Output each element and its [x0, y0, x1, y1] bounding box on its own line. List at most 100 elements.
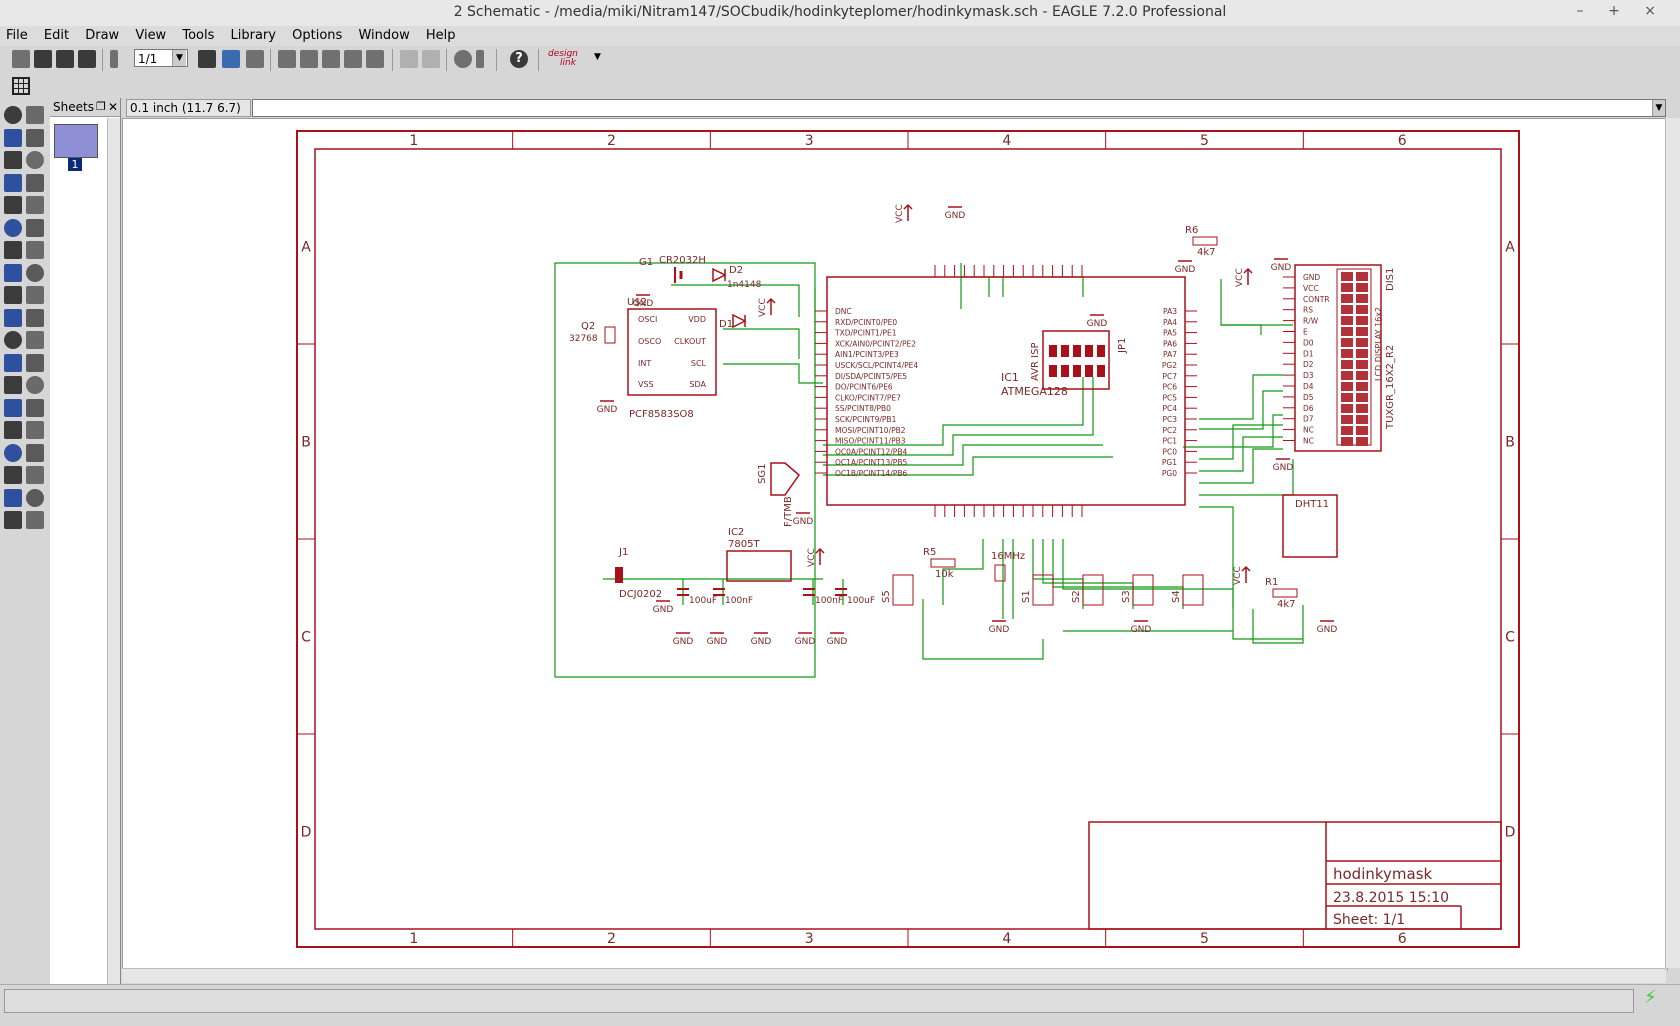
delete-tool-icon[interactable] [26, 218, 44, 237]
pinswap-tool-icon[interactable] [4, 308, 22, 327]
wire-tool-icon[interactable] [4, 331, 22, 349]
ic1-left-pin-label: DI/SDA/PCINT5/PE5 [835, 372, 907, 381]
sheets-scrollbar[interactable] [107, 118, 120, 986]
print-icon[interactable] [56, 50, 74, 68]
polygon-tool-icon[interactable] [26, 376, 44, 394]
lightning-icon[interactable]: ⚡ [1644, 987, 1664, 1011]
lcd-pin-label: D0 [1303, 338, 1314, 347]
dimension-tool-icon[interactable] [4, 488, 22, 507]
chevron-down-icon[interactable]: ▼ [594, 52, 601, 62]
rect-tool-icon[interactable] [4, 376, 22, 394]
grid-icon[interactable] [12, 77, 30, 95]
arc-tool-icon[interactable] [26, 353, 44, 372]
zoom-fit-icon[interactable] [278, 50, 296, 68]
ic1-right-pin-label: PC6 [1162, 383, 1177, 392]
zoom-out-icon[interactable] [322, 50, 340, 68]
menu-file[interactable]: File [0, 28, 34, 43]
ulp-icon[interactable] [222, 50, 240, 68]
zoom-select-icon[interactable] [366, 50, 384, 68]
ic1-right-pin-label: PC1 [1162, 437, 1177, 446]
zoom-in-icon[interactable] [300, 50, 318, 68]
window-controls[interactable]: – + × [1577, 3, 1666, 19]
sheet-thumbnail[interactable] [54, 124, 98, 158]
erc-tool-icon[interactable] [4, 443, 22, 462]
menu-library[interactable]: Library [225, 28, 282, 43]
minimize-button[interactable]: – [1577, 3, 1594, 19]
design-link-logo[interactable]: design link [548, 50, 588, 70]
lcd-pin-label: D3 [1303, 371, 1314, 380]
sheet-select[interactable]: 1/1 ▼ [134, 49, 188, 67]
script-icon[interactable] [246, 50, 264, 68]
text-tool-icon[interactable] [26, 331, 44, 349]
paste-tool-icon[interactable] [4, 218, 22, 237]
menu-view[interactable]: View [129, 28, 172, 43]
go-icon[interactable] [476, 50, 484, 68]
gnd-label: GND [653, 605, 674, 615]
mark-tool-icon[interactable] [26, 128, 44, 147]
rotate-tool-icon[interactable] [26, 173, 44, 192]
board-icon[interactable] [198, 50, 216, 68]
split-tool-icon[interactable] [26, 286, 44, 304]
group-tool-icon[interactable] [4, 196, 22, 214]
frame-tool-icon[interactable] [26, 488, 44, 507]
menu-window[interactable]: Window [352, 28, 415, 43]
copy-tool-icon[interactable] [26, 151, 44, 169]
optimize-tool-icon[interactable] [26, 511, 44, 529]
column-label: 5 [1200, 133, 1209, 149]
float-icon[interactable]: ❐ [96, 98, 106, 116]
smash-tool-icon[interactable] [4, 286, 22, 304]
maximize-button[interactable]: + [1608, 3, 1630, 19]
layers-tool-icon[interactable] [4, 128, 22, 147]
menu-edit[interactable]: Edit [38, 28, 75, 43]
errors-tool-icon[interactable] [26, 443, 44, 462]
cam-icon[interactable] [78, 50, 96, 68]
move-tool-icon[interactable] [4, 151, 22, 169]
parameter-toolbar [0, 74, 1680, 99]
isp-pin [1097, 345, 1105, 357]
menu-options[interactable]: Options [286, 28, 348, 43]
logo-line2: link [560, 58, 576, 68]
close-icon[interactable]: ✕ [108, 98, 118, 116]
mirror-tool-icon[interactable] [4, 173, 22, 192]
command-input[interactable]: ▼ [252, 99, 1666, 117]
circle-tool-icon[interactable] [4, 353, 22, 372]
schematic-drawing[interactable]: 1 1 2 2 3 3 4 4 5 5 6 6 A A B B C C D D IC1ATMEGA128 DNC RXD/… [123, 119, 1667, 969]
redo-icon[interactable] [422, 50, 440, 68]
column-label: 1 [409, 133, 418, 149]
change-tool-icon[interactable] [26, 196, 44, 214]
gnd-label: GND [1271, 263, 1292, 273]
net-tool-icon[interactable] [26, 398, 44, 417]
name-tool-icon[interactable] [4, 263, 22, 282]
save-icon[interactable] [34, 50, 52, 68]
show-tool-icon[interactable] [26, 106, 44, 124]
bus-tool-icon[interactable] [4, 398, 22, 417]
gateswap-tool-icon[interactable] [26, 308, 44, 327]
attribute-tool-icon[interactable] [26, 466, 44, 484]
help-icon[interactable]: ? [510, 50, 528, 68]
schematic-canvas[interactable]: 1 1 2 2 3 3 4 4 5 5 6 6 A A B B C C D D IC1 ATMEGA128 DNC RXD/… [122, 118, 1668, 970]
horizontal-scrollbar[interactable] [122, 968, 1666, 983]
menu-help[interactable]: Help [420, 28, 462, 43]
junction-tool-icon[interactable] [4, 421, 22, 439]
vertical-scrollbar[interactable] [1665, 118, 1680, 968]
invoke-tool-icon[interactable] [4, 466, 22, 484]
dht-name: DHT11 [1295, 499, 1329, 510]
label-tool-icon[interactable] [26, 421, 44, 439]
sheet-number[interactable]: 1 [68, 158, 82, 171]
menu-tools[interactable]: Tools [176, 28, 220, 43]
info-tool-icon[interactable] [4, 106, 22, 124]
menu-draw[interactable]: Draw [79, 28, 125, 43]
replace-tool-icon[interactable] [26, 241, 44, 259]
sheet-icon[interactable] [110, 50, 118, 68]
zoom-redraw-icon[interactable] [344, 50, 362, 68]
stop-icon[interactable] [454, 50, 472, 68]
parts: IC1ATMEGA128 DNC RXD/PCINT0/PE0 TXD/PCINT1/… [569, 203, 1396, 647]
chevron-down-icon[interactable]: ▼ [1652, 100, 1665, 116]
add-tool-icon[interactable] [4, 241, 22, 259]
close-button[interactable]: × [1644, 3, 1666, 19]
miter-tool-icon[interactable] [4, 511, 22, 529]
isp-pin [1049, 345, 1057, 357]
value-tool-icon[interactable] [26, 263, 44, 282]
undo-icon[interactable] [400, 50, 418, 68]
open-icon[interactable] [12, 50, 30, 68]
